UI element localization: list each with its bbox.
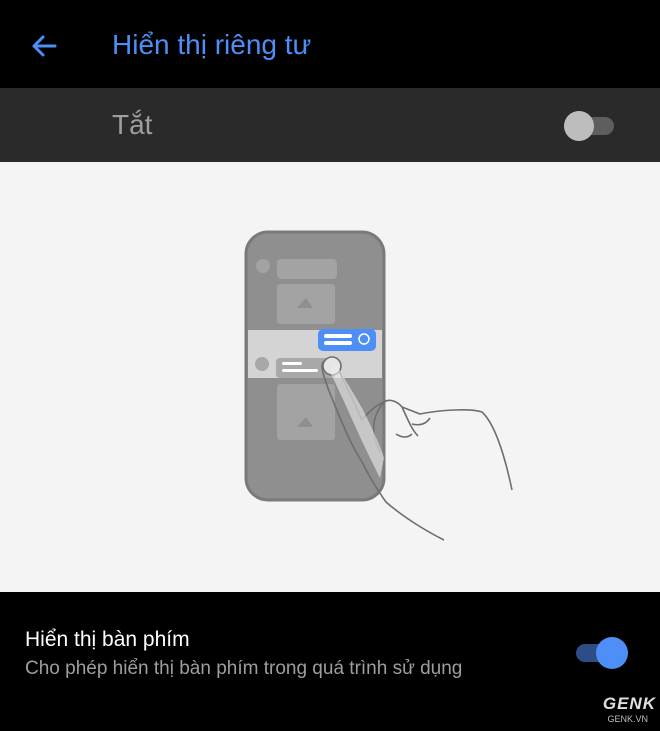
toggle-thumb [596, 637, 628, 669]
message-line [282, 362, 302, 365]
avatar-dot [255, 357, 269, 371]
bubble-line [324, 334, 352, 338]
privacy-illustration [0, 162, 660, 592]
arrow-left-icon [32, 35, 57, 57]
master-toggle-switch[interactable] [562, 109, 618, 141]
blue-message-bubble [318, 329, 376, 351]
image-placeholder [277, 384, 335, 440]
genk-watermark: GENK GENK.VN [556, 694, 656, 728]
top-app-bar: Hiển thị riêng tư [0, 0, 660, 88]
phone-privacy-illustration [244, 230, 513, 541]
page-title: Hiển thị riêng tư [112, 29, 312, 60]
master-switch-label: Tắt [112, 109, 153, 140]
message-placeholder [277, 259, 337, 279]
avatar-dot [256, 259, 270, 273]
privacy-display-screen: Hiển thị riêng tư Tắt Hiển thị bàn phím … [0, 0, 660, 731]
watermark-site: GENK.VN [607, 714, 648, 724]
back-button[interactable] [22, 26, 66, 66]
setting-description: Cho phép hiển thị bàn phím trong quá trì… [25, 658, 463, 679]
bubble-line [324, 341, 352, 345]
watermark-brand: GENK [602, 694, 656, 713]
toggle-thumb [564, 111, 594, 141]
setting-title: Hiển thị bàn phím [25, 628, 190, 651]
show-keyboard-toggle-switch[interactable] [572, 636, 630, 670]
message-line [282, 369, 318, 372]
master-switch-bar[interactable]: Tắt [0, 88, 660, 162]
